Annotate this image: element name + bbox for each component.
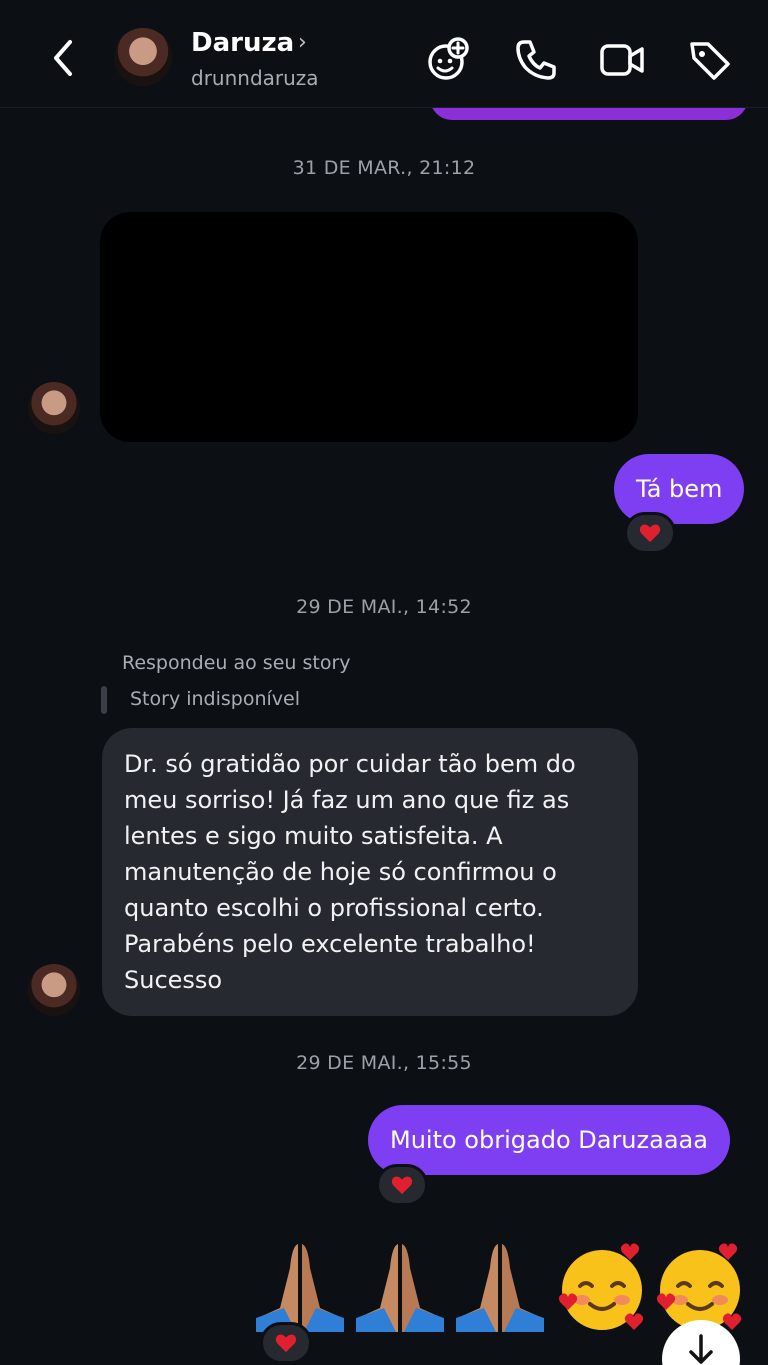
back-icon — [54, 40, 72, 76]
sender-avatar[interactable] — [28, 964, 80, 1016]
add-participant-button[interactable] — [424, 36, 472, 84]
phone-icon — [516, 40, 556, 80]
tag-button[interactable] — [686, 36, 734, 84]
timestamp: 31 DE MAR., 21:12 — [292, 157, 476, 179]
timestamp: 29 DE MAI., 15:55 — [296, 1052, 472, 1074]
smiling-face-with-hearts-icon — [558, 1243, 644, 1330]
message-line: lentes e sigo muito satisfeita. A — [124, 822, 503, 850]
video-icon — [600, 44, 644, 76]
reaction-badge[interactable] — [260, 1322, 312, 1364]
message-line: quanto escolhi o profissional certo. — [124, 894, 544, 922]
call-button[interactable] — [512, 36, 560, 84]
sender-avatar[interactable] — [28, 382, 80, 434]
video-call-button[interactable] — [598, 36, 646, 84]
add-participant-icon — [428, 37, 469, 80]
timestamp: 29 DE MAI., 14:52 — [296, 596, 472, 618]
incoming-message-bubble[interactable]: Dr. só gratidão por cuidar tão bem do me… — [102, 728, 638, 1016]
message-text: Muito obrigado Daruzaaaa — [390, 1126, 708, 1154]
story-reply-label: Respondeu ao seu story — [122, 652, 351, 674]
emoji-message[interactable] — [252, 1238, 752, 1338]
heart-icon — [639, 524, 661, 543]
chevron-right-icon[interactable]: › — [298, 30, 307, 55]
back-button[interactable] — [44, 36, 84, 80]
story-unavailable-label[interactable]: Story indisponível — [130, 688, 300, 710]
reply-quote-bar — [101, 686, 107, 714]
message-line: meu sorriso! Já faz um ano que fiz as — [124, 786, 570, 814]
outgoing-message-bubble[interactable]: Tá bem — [614, 454, 745, 524]
reaction-badge[interactable] — [624, 512, 676, 554]
contact-handle[interactable]: drunndaruza — [191, 66, 319, 90]
message-line: Dr. só gratidão por cuidar tão bem do — [124, 750, 576, 778]
contact-name[interactable]: Daruza — [191, 28, 294, 58]
dm-thread-screen: Daruza › drunndaruza 31 DE MAR., 21:12 T… — [0, 0, 768, 1365]
praying-hands-icon — [356, 1244, 444, 1332]
praying-hands-icon — [456, 1244, 544, 1332]
chat-header: Daruza › drunndaruza — [0, 0, 768, 108]
tag-icon — [690, 42, 730, 80]
message-line: Sucesso — [124, 966, 223, 994]
message-text: Tá bem — [636, 475, 723, 503]
heart-icon — [391, 1176, 413, 1195]
message-line: manutenção de hoje só confirmou o — [124, 858, 557, 886]
message-line: Parabéns pelo excelente trabalho! — [124, 930, 536, 958]
redacted-media-message[interactable] — [100, 212, 638, 442]
heart-icon — [275, 1334, 297, 1353]
contact-avatar[interactable] — [114, 28, 172, 86]
reaction-badge[interactable] — [376, 1164, 428, 1206]
outgoing-message-bubble[interactable]: Muito obrigado Daruzaaaa — [368, 1105, 730, 1175]
praying-hands-icon — [256, 1244, 344, 1332]
arrow-down-icon — [689, 1334, 713, 1364]
